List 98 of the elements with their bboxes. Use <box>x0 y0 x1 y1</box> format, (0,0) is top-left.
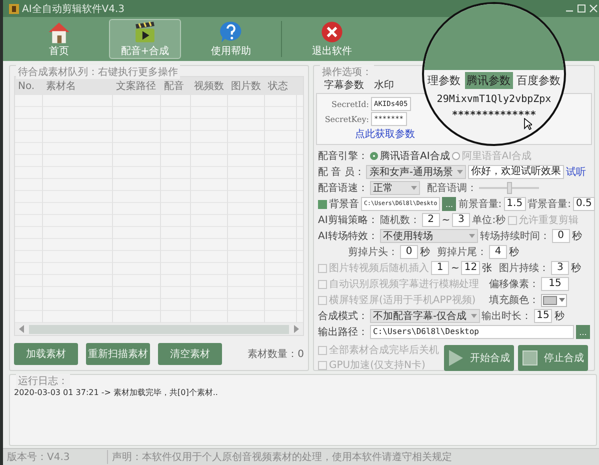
range-separator: ~ <box>451 262 460 274</box>
tab[interactable]: 字幕参数 <box>320 77 368 93</box>
log-line: 2020-03-03 01 37:21 -> 素材加载完毕，共[0]个素材.. <box>14 387 219 398</box>
checkbox-label: 自动识别原视频字幕进行模糊处理 <box>329 278 480 291</box>
notice-text: 声明：本软件仅用于个人原创音视频素材的处理，使用本软件请遵守相关规定 <box>111 450 452 464</box>
field-label: 配音语调： <box>427 182 477 195</box>
duration-field[interactable]: 0 <box>552 229 570 243</box>
caret-icon <box>470 314 477 318</box>
caret-icon <box>411 186 417 190</box>
field-label: SecretId: <box>330 100 369 108</box>
field-label: AI转场特效： <box>318 230 378 243</box>
field-label: AI剪辑策略： <box>318 214 378 227</box>
column-header: 视频数 <box>193 80 225 93</box>
length-field[interactable]: 15 <box>534 309 552 323</box>
field-label: 配音语速： <box>318 182 368 195</box>
cursor-icon <box>524 118 532 130</box>
action-button[interactable]: 重新扫描素材 <box>86 343 150 365</box>
secret-key-value: ************** <box>452 110 536 121</box>
material-count: 素材数量：0 <box>248 348 304 361</box>
unit-label: 秒 <box>571 262 582 275</box>
secret-id-value: 29MixvmT1Qly2vbpZpx <box>436 94 552 105</box>
start-button[interactable]: 开始合成 <box>444 344 514 370</box>
get-params-link[interactable]: 点此获取参数 <box>355 127 415 141</box>
tab[interactable]: 水印 <box>370 77 398 93</box>
tab[interactable]: 理参数 <box>426 72 462 89</box>
close-icon[interactable] <box>589 4 598 13</box>
field-label: 配音引擎： <box>318 150 368 163</box>
column-header: 素材名 <box>45 80 77 93</box>
group-title: 操作选项： <box>320 65 374 79</box>
column-header: 状态 <box>267 80 289 93</box>
range-separator: ~ <box>442 214 450 226</box>
browse-button[interactable]: ... <box>442 197 456 211</box>
caret-icon <box>468 234 475 238</box>
version-label: 版本号：V4.3 <box>3 450 108 464</box>
group-title: 待合成素材队列：右键执行更多操作 <box>16 65 180 79</box>
field-label: 前景音量: <box>458 198 502 211</box>
window-title: AI全自动剪辑软件V4.3 <box>22 2 125 16</box>
field-label: 转场持续时间： <box>480 230 550 243</box>
field-label: 输出时长： <box>482 310 532 323</box>
transition-dropdown[interactable]: 不使用转场 <box>380 229 478 243</box>
caret-icon <box>456 170 463 174</box>
scroll-left-icon[interactable] <box>19 325 25 333</box>
browse-button[interactable]: ... <box>576 325 590 339</box>
checkbox-label: 全部素材合成完毕后关机 <box>329 344 439 357</box>
column-header: No. <box>17 80 36 92</box>
volume-field[interactable]: 1.5 <box>504 197 526 211</box>
listen-link[interactable]: 试听 <box>566 165 586 179</box>
unit-label: 秒 <box>572 230 582 243</box>
maximize-icon[interactable] <box>577 4 586 13</box>
mode-dropdown[interactable]: 不加配音字幕-仅合成 <box>370 309 480 323</box>
checkbox-label: 横屏转竖屏(适用于手机APP视频) <box>329 294 477 307</box>
checkbox-label: 允许重复剪辑 <box>518 214 579 227</box>
unit-label: 张 <box>482 262 492 275</box>
field-label: 合成模式： <box>318 310 368 323</box>
unit-label: 单位:秒 <box>472 214 506 227</box>
field-label: 随机数： <box>380 214 420 227</box>
action-button[interactable]: 清空素材 <box>158 343 222 365</box>
caret-icon <box>559 298 565 302</box>
field-label: 偏移像素： <box>489 278 539 291</box>
field-label: 剪掉片尾： <box>437 246 487 259</box>
min-field[interactable]: 2 <box>422 213 440 227</box>
output-path-field[interactable]: C:\Users\D6l8l\Desktop <box>370 325 574 339</box>
column-header: 图片数 <box>230 80 262 93</box>
field-label: SecretKey: <box>324 114 369 124</box>
tab[interactable]: 百度参数 <box>514 72 562 89</box>
color-picker[interactable] <box>541 294 567 306</box>
column-header: 文案路径 <box>115 80 157 93</box>
max-field[interactable]: 3 <box>452 213 470 227</box>
field-label: 剪掉片头： <box>348 246 398 259</box>
unit-label: 秒 <box>509 246 519 259</box>
tab[interactable]: 腾讯参数 <box>464 72 512 89</box>
checkbox-label: 背景音 <box>329 198 359 211</box>
field-label: 输出路径： <box>318 326 368 339</box>
unit-label: 秒 <box>554 310 564 323</box>
app-icon <box>9 4 19 14</box>
trim-head-field[interactable]: 0 <box>400 245 418 259</box>
column-header: 配音 <box>163 80 185 93</box>
checkbox-label: 图片转视频后随机插入 <box>329 262 429 275</box>
stop-button[interactable]: 停止合成 <box>518 344 588 370</box>
scroll-right-icon[interactable] <box>293 325 299 333</box>
scrollbar[interactable] <box>15 323 303 335</box>
radio-option[interactable]: 腾讯语音AI合成 <box>370 149 450 163</box>
trim-tail-field[interactable]: 4 <box>489 245 507 259</box>
volume-field[interactable]: 0.5 <box>572 197 595 211</box>
field-label: 图片持续： <box>499 262 550 275</box>
group-title: 运行日志： <box>16 374 70 388</box>
speed-dropdown[interactable]: 正常 <box>370 181 420 195</box>
unit-label: 秒 <box>420 246 430 259</box>
field-label: 配 音 员： <box>318 166 364 179</box>
sample-text-field[interactable]: 你好，欢迎试听效果 <box>468 165 564 179</box>
action-button[interactable]: 加载素材 <box>14 343 78 365</box>
play-icon <box>448 348 464 366</box>
field-label: 背景音量: <box>528 198 571 211</box>
checkbox[interactable] <box>318 200 327 208</box>
checkbox-label: GPU加速(仅支持N卡) <box>329 358 426 372</box>
field-label: 填充颜色： <box>489 294 539 307</box>
stop-icon <box>522 350 538 366</box>
voice-dropdown[interactable]: 亲和女声-通用场景 <box>366 165 466 179</box>
